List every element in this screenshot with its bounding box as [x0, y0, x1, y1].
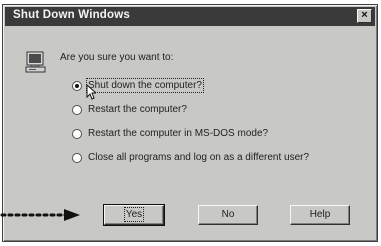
no-button[interactable]: No	[198, 205, 258, 225]
question-text: Are you sure you want to:	[60, 52, 174, 63]
radio-restart-ms-dos[interactable]	[72, 128, 82, 139]
option-log-off[interactable]: Close all programs and log on as a diffe…	[72, 152, 309, 163]
radio-log-off[interactable]	[72, 152, 82, 163]
mouse-cursor-icon	[86, 84, 96, 100]
option-restart[interactable]: Restart the computer?	[72, 104, 187, 115]
option-label: Restart the computer in MS-DOS mode?	[88, 128, 269, 139]
title-bar: Shut Down Windows ×	[5, 7, 375, 26]
help-button[interactable]: Help	[290, 205, 350, 225]
close-button[interactable]: ×	[357, 9, 372, 23]
yes-button-label: Yes	[123, 207, 145, 222]
close-icon: ×	[361, 9, 368, 21]
option-restart-ms-dos[interactable]: Restart the computer in MS-DOS mode?	[72, 128, 268, 139]
option-label: Shut down the computer?	[86, 78, 204, 93]
yes-button[interactable]: Yes	[103, 204, 165, 226]
no-button-label: No	[221, 209, 235, 220]
dialog-title: Shut Down Windows	[13, 9, 131, 21]
option-label: Restart the computer?	[88, 104, 187, 115]
radio-shut-down[interactable]	[72, 80, 82, 91]
option-label: Close all programs and log on as a diffe…	[88, 152, 310, 163]
computer-icon	[25, 51, 46, 73]
radio-restart[interactable]	[72, 104, 82, 115]
pointer-arrow-icon	[0, 209, 80, 221]
help-button-label: Help	[309, 209, 331, 220]
